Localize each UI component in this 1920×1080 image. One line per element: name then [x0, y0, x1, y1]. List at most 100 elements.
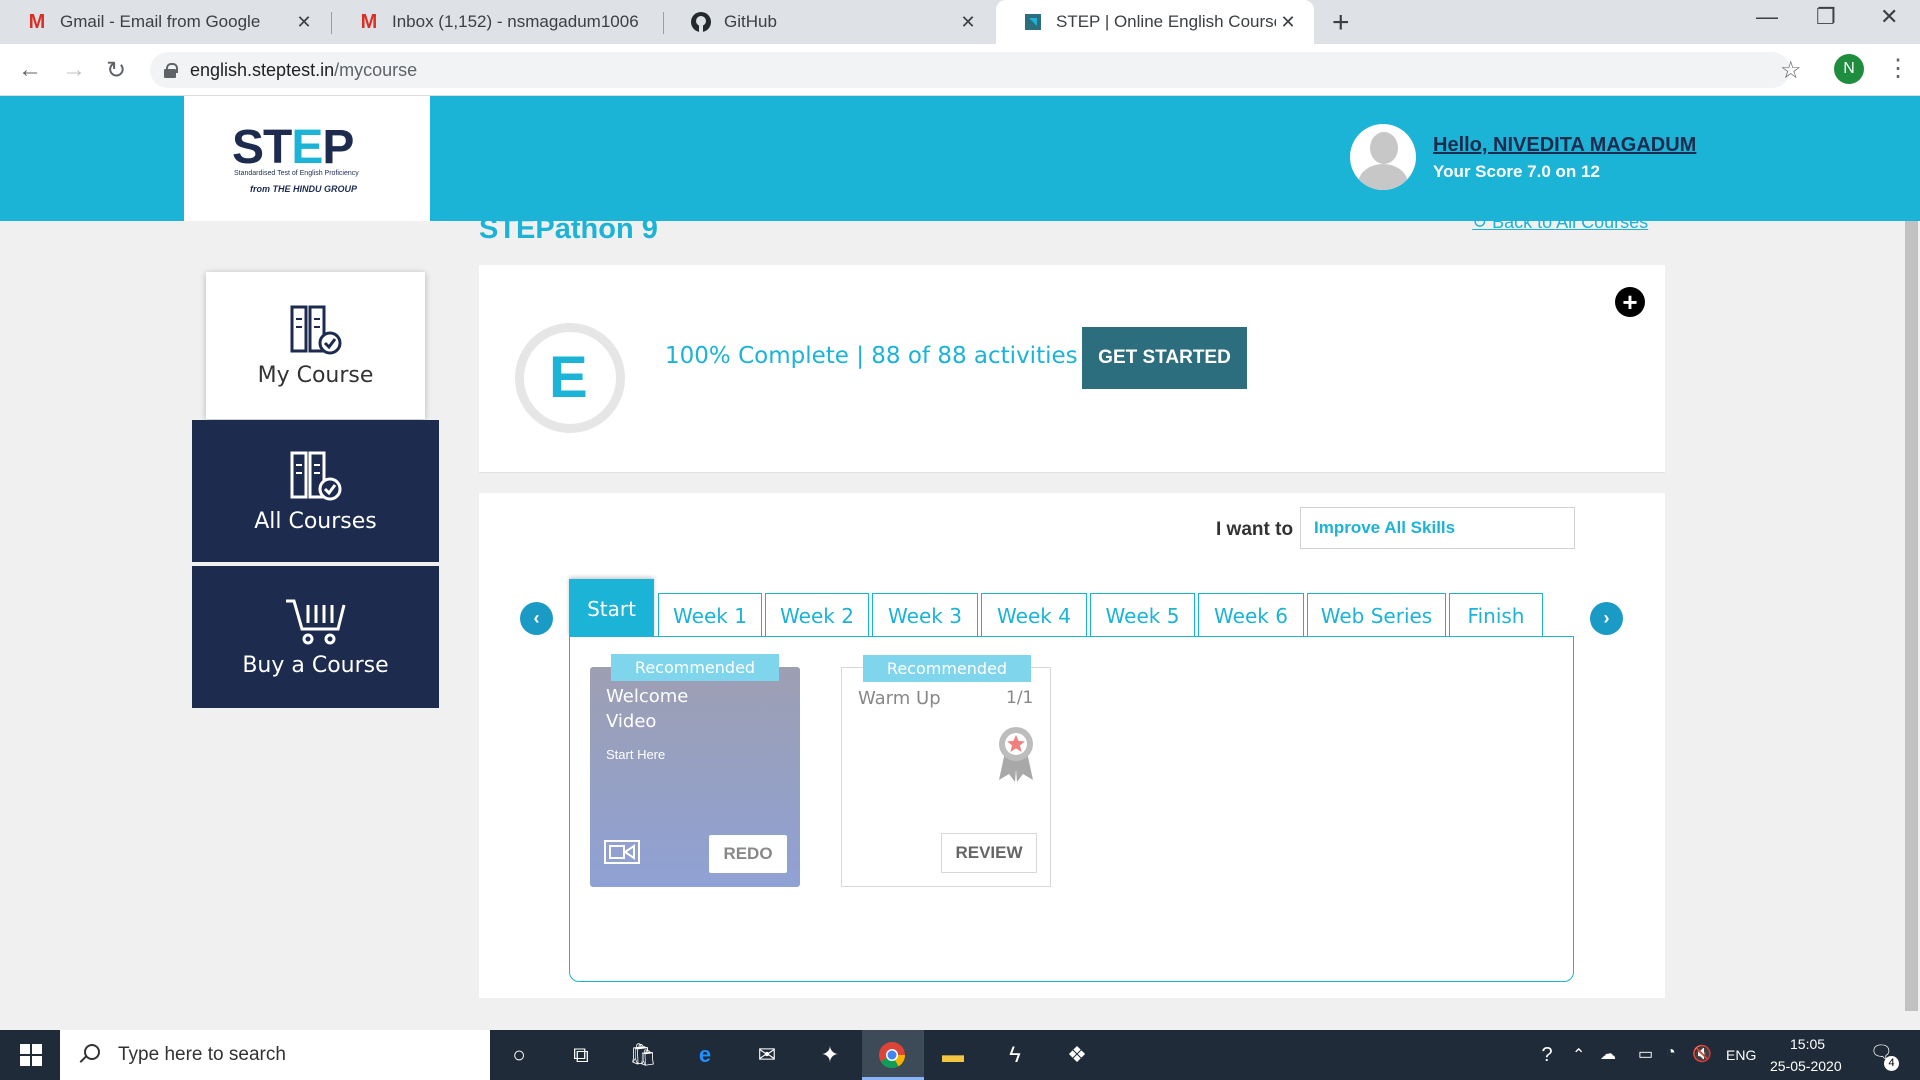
chrome-icon[interactable]	[877, 1040, 907, 1070]
search-icon	[78, 1044, 100, 1066]
browser-tab-inbox[interactable]: M Inbox (1,152) - nsmagadum1006	[332, 0, 662, 44]
activity-card-welcome-video[interactable]: Recommended Welcome Video Start Here RED…	[590, 654, 800, 887]
chevron-left-icon[interactable]: ‹	[520, 602, 553, 635]
tab-start[interactable]: Start	[569, 579, 654, 637]
store-icon[interactable]: 🛍	[628, 1040, 658, 1070]
bookshelf-check-icon	[290, 305, 341, 355]
browser-toolbar: ← → ↻ english.steptest.in/mycourse ☆ N ⋮	[0, 44, 1920, 96]
restore-icon[interactable]: ❐	[1816, 4, 1836, 30]
medal-icon	[999, 727, 1033, 782]
new-tab-button[interactable]: +	[1332, 6, 1350, 40]
taskbar-search-placeholder: Type here to search	[118, 1044, 286, 1065]
tab-week-2[interactable]: Week 2	[765, 593, 869, 637]
windows-taskbar: Type here to search ○ ⧉ 🛍 e ✉ ✦ ▬ ϟ ❖ ? …	[0, 1030, 1920, 1080]
chevron-right-icon[interactable]: ›	[1590, 602, 1623, 635]
url-path: /mycourse	[334, 59, 418, 80]
tab-title: Inbox (1,152) - nsmagadum1006	[392, 12, 639, 31]
close-window-icon[interactable]: ✕	[1880, 4, 1898, 30]
tab-week-6[interactable]: Week 6	[1198, 593, 1304, 637]
step-logo[interactable]: STEP Standardised Test of English Profic…	[184, 96, 430, 221]
user-avatar[interactable]	[1350, 124, 1416, 190]
user-score: Your Score 7.0 on 12	[1433, 162, 1600, 181]
reload-icon[interactable]: ↻	[106, 56, 126, 85]
activity-subtitle: Start Here	[606, 747, 666, 762]
minimize-icon[interactable]: —	[1756, 4, 1778, 30]
tab-week-1[interactable]: Week 1	[658, 593, 762, 637]
help-icon[interactable]: ?	[1532, 1040, 1562, 1070]
recommended-badge: Recommended	[611, 654, 779, 681]
tab-title: Gmail - Email from Google	[60, 12, 261, 31]
back-arrow-icon[interactable]: ←	[18, 56, 42, 84]
sidebar-item-my-course[interactable]: My Course	[206, 272, 425, 419]
language-indicator[interactable]: ENG	[1726, 1047, 1756, 1063]
bookmark-star-icon[interactable]: ☆	[1780, 56, 1802, 85]
clock-date[interactable]: 25-05-2020	[1770, 1058, 1842, 1074]
close-tab-icon[interactable]: ✕	[292, 12, 316, 33]
course-progress-card: E 100% Complete | 88 of 88 activities le…	[479, 265, 1665, 473]
file-explorer-icon[interactable]: ▬	[938, 1040, 968, 1070]
url-host: english.steptest.in	[190, 59, 335, 80]
browser-tab-strip: M Gmail - Email from Google ✕ M Inbox (1…	[0, 0, 1920, 44]
sidebar-item-label: My Course	[257, 363, 374, 388]
browser-tab-github[interactable]: GitHub ✕	[664, 0, 994, 44]
mail-icon[interactable]: ✉	[752, 1040, 782, 1070]
logo-tagline: Standardised Test of English Proficiency	[234, 170, 359, 177]
browser-tab-gmail[interactable]: M Gmail - Email from Google ✕	[0, 0, 330, 44]
task-view-icon[interactable]: ⧉	[566, 1040, 596, 1070]
get-started-button[interactable]: GET STARTED	[1082, 327, 1247, 389]
course-badge: E	[515, 323, 625, 433]
tab-finish[interactable]: Finish	[1449, 593, 1543, 637]
tray-chevron-icon[interactable]: ⌃	[1572, 1045, 1585, 1065]
progress-text: 100% Complete | 88 of 88 activities left	[665, 343, 1123, 369]
redo-button[interactable]: REDO	[709, 835, 787, 873]
sidebar-item-buy-course[interactable]: Buy a Course	[192, 566, 439, 708]
sidebar-item-label: All Courses	[254, 508, 377, 534]
cortana-icon[interactable]: ○	[504, 1040, 534, 1070]
gmail-icon: M	[360, 10, 378, 33]
windows-start-icon[interactable]	[20, 1044, 42, 1066]
battery-icon[interactable]: ▭	[1638, 1044, 1653, 1064]
notification-count: 4	[1884, 1056, 1899, 1071]
tab-week-3[interactable]: Week 3	[872, 593, 978, 637]
clock-time[interactable]: 15:05	[1790, 1036, 1825, 1052]
step-favicon-icon	[1022, 11, 1044, 33]
address-bar[interactable]: english.steptest.in/mycourse	[150, 52, 1790, 88]
scrollbar-thumb[interactable]	[1905, 221, 1918, 1011]
sidebar-item-all-courses[interactable]: All Courses	[192, 420, 439, 562]
github-icon	[690, 11, 712, 33]
close-tab-icon[interactable]: ✕	[956, 12, 980, 33]
review-button[interactable]: REVIEW	[941, 833, 1037, 873]
site-header: STEP Standardised Test of English Profic…	[0, 96, 1920, 221]
dropbox-icon[interactable]: ❖	[1062, 1040, 1092, 1070]
tab-web-series[interactable]: Web Series	[1307, 593, 1446, 637]
tab-title: GitHub	[724, 12, 777, 31]
video-icon	[604, 840, 640, 864]
lightning-app-icon[interactable]: ϟ	[1000, 1040, 1030, 1070]
taskbar-search-input[interactable]: Type here to search	[60, 1030, 490, 1080]
wifi-icon[interactable]: ◔	[1666, 1044, 1676, 1062]
profile-avatar[interactable]: N	[1834, 54, 1864, 84]
browser-tab-step[interactable]: STEP | Online English Course, Eng ✕	[996, 0, 1314, 44]
edge-icon[interactable]: e	[690, 1040, 720, 1070]
activity-title: Welcome Video	[606, 686, 689, 732]
plus-icon[interactable]: +	[1615, 287, 1645, 317]
onedrive-icon[interactable]: ☁	[1600, 1044, 1616, 1064]
app-icon[interactable]: ✦	[815, 1040, 845, 1070]
tab-week-5[interactable]: Week 5	[1090, 593, 1195, 637]
forward-arrow-icon[interactable]: →	[62, 56, 86, 84]
shopping-cart-icon	[285, 599, 345, 644]
user-greeting-link[interactable]: Hello, NIVEDITA MAGADUM	[1433, 134, 1696, 157]
activity-count: 1/1	[1006, 688, 1034, 708]
course-badge-letter: E	[549, 345, 588, 410]
logo-from: from THE HINDU GROUP	[250, 184, 358, 194]
skills-select[interactable]: Improve All Skills	[1300, 507, 1575, 549]
browser-menu-icon[interactable]: ⋮	[1886, 54, 1910, 83]
volume-muted-icon[interactable]: 🔇	[1692, 1044, 1712, 1064]
tab-week-4[interactable]: Week 4	[981, 593, 1087, 637]
activity-card-warm-up[interactable]: Recommended Warm Up 1/1 REVIEW	[841, 655, 1051, 887]
gmail-icon: M	[28, 10, 46, 33]
recommended-badge: Recommended	[863, 655, 1031, 682]
bookshelf-check-icon	[290, 451, 341, 500]
tab-title: STEP | Online English Course, Eng	[1056, 12, 1276, 31]
close-tab-icon[interactable]: ✕	[1276, 12, 1300, 33]
